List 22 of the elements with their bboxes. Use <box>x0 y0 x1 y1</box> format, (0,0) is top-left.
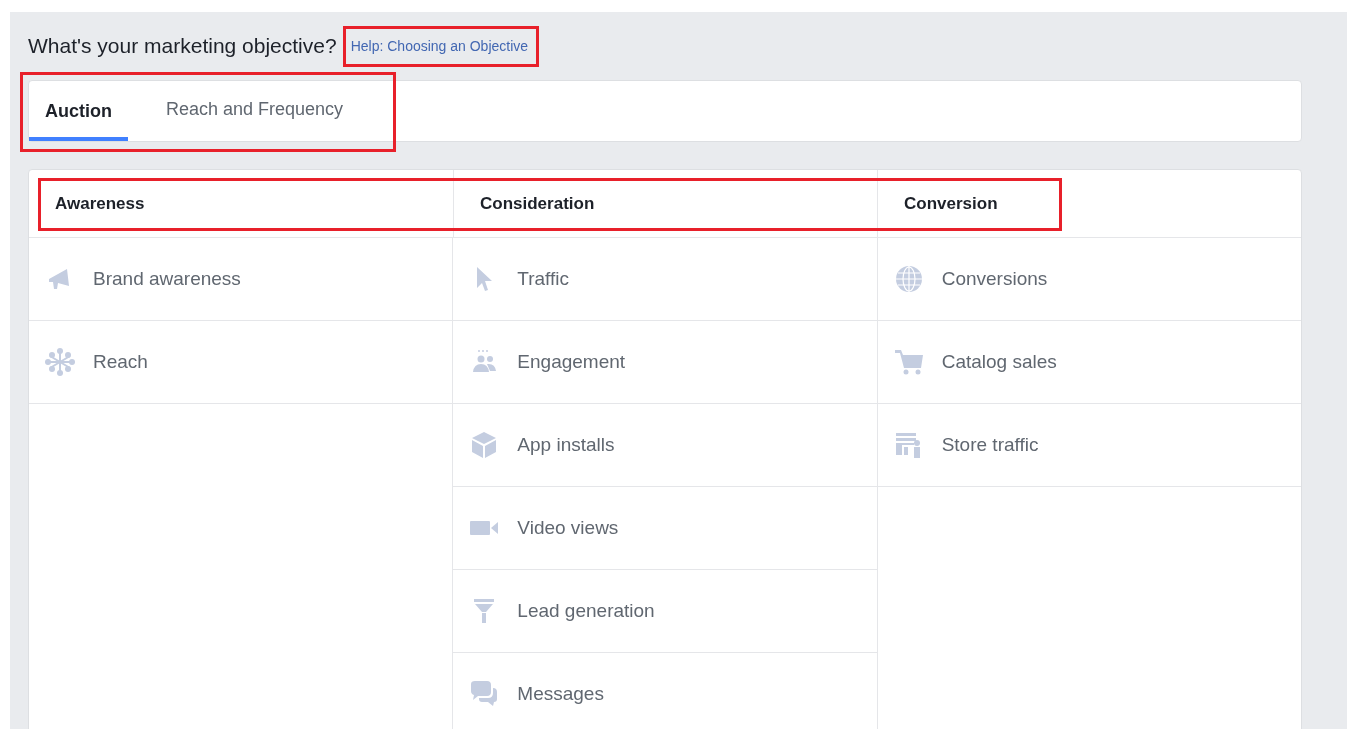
column-header: Conversion <box>877 170 1301 237</box>
tab[interactable]: Reach and Frequency <box>150 81 360 141</box>
page-heading: What's your marketing objective? <box>28 34 337 58</box>
help-link[interactable]: Help: Choosing an Objective <box>350 38 529 54</box>
objective-option[interactable]: Conversions <box>877 238 1301 321</box>
objective-option[interactable]: Video views <box>453 487 877 570</box>
objective-option[interactable]: Store traffic <box>877 404 1301 487</box>
objective-option[interactable]: Lead generation <box>453 570 877 653</box>
objective-option[interactable]: Messages <box>453 653 877 729</box>
objective-option[interactable]: Engagement <box>453 321 877 404</box>
objective-option[interactable]: App installs <box>453 404 877 487</box>
nodes-icon <box>45 347 75 377</box>
globe-icon <box>893 264 924 294</box>
tab[interactable]: Auction <box>29 81 128 141</box>
cart-icon <box>893 347 924 377</box>
objective-option[interactable]: Reach <box>29 321 453 404</box>
objective-option[interactable]: Brand awareness <box>29 238 453 321</box>
objective-option[interactable]: Traffic <box>453 238 877 321</box>
column-header: Consideration <box>453 170 877 237</box>
objective-option[interactable]: Catalog sales <box>877 321 1301 404</box>
column-header: Awareness <box>54 192 146 215</box>
chat-icon <box>469 679 500 709</box>
